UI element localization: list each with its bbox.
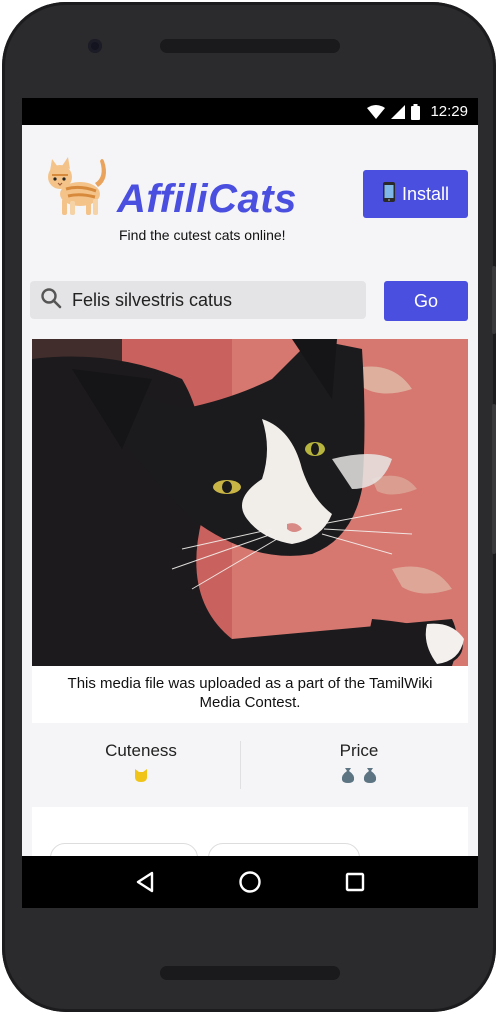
search-box[interactable] bbox=[30, 281, 366, 319]
install-label: Install bbox=[401, 183, 450, 204]
stats-divider bbox=[240, 741, 241, 789]
android-nav-bar bbox=[22, 856, 478, 908]
go-button[interactable]: Go bbox=[384, 281, 468, 321]
stat-price: Price bbox=[250, 723, 468, 807]
app-content: AffiliCats Find the cutest cats online! … bbox=[22, 125, 478, 856]
cuteness-rating bbox=[133, 767, 149, 788]
phone-frame: 12:29 AffiliCats Find the cutest cats on… bbox=[2, 2, 496, 1012]
battery-icon bbox=[411, 103, 421, 120]
search-input[interactable] bbox=[72, 289, 342, 311]
volume-button[interactable] bbox=[492, 266, 496, 334]
home-icon[interactable] bbox=[230, 862, 270, 902]
cat-photo[interactable] bbox=[32, 339, 468, 666]
stats-row: Cuteness Price bbox=[32, 723, 468, 807]
status-bar: 12:29 bbox=[22, 98, 478, 125]
earpiece-speaker bbox=[160, 39, 340, 53]
stat-label: Cuteness bbox=[105, 741, 177, 760]
brand-title: AffiliCats bbox=[117, 177, 297, 221]
screen: 12:29 AffiliCats Find the cutest cats on… bbox=[22, 98, 478, 908]
back-icon[interactable] bbox=[125, 862, 165, 902]
search-bar: Go bbox=[30, 281, 470, 321]
affiliate-link-chip[interactable] bbox=[50, 843, 198, 856]
cat-logo-icon bbox=[48, 157, 106, 215]
price-rating bbox=[341, 767, 377, 788]
search-icon bbox=[40, 287, 62, 314]
recents-icon[interactable] bbox=[335, 862, 375, 902]
install-button[interactable]: Install bbox=[363, 170, 468, 218]
cat-card: This media file was uploaded as a part o… bbox=[32, 339, 468, 856]
stat-cuteness: Cuteness bbox=[32, 723, 250, 807]
app-header: AffiliCats Find the cutest cats online! … bbox=[22, 125, 478, 275]
cat-face-icon bbox=[133, 767, 149, 788]
stat-label: Price bbox=[339, 741, 379, 760]
mobile-phone-icon bbox=[382, 181, 396, 207]
photo-caption: This media file was uploaded as a part o… bbox=[67, 675, 433, 711]
money-bag-icon bbox=[363, 767, 377, 788]
cell-signal-icon bbox=[391, 104, 406, 119]
bottom-speaker bbox=[160, 966, 340, 980]
front-camera bbox=[88, 39, 102, 53]
status-time: 12:29 bbox=[430, 103, 468, 120]
tagline: Find the cutest cats online! bbox=[119, 227, 286, 243]
wifi-icon bbox=[367, 104, 386, 119]
affiliate-link-chip[interactable] bbox=[208, 843, 360, 856]
power-button[interactable] bbox=[492, 404, 496, 554]
money-bag-icon bbox=[341, 767, 355, 788]
